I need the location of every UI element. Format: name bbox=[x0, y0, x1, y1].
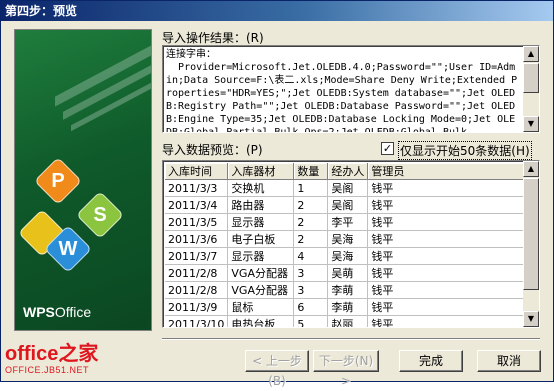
finish-button[interactable]: 完成 bbox=[399, 350, 463, 372]
tile-letter-s: S bbox=[93, 204, 107, 226]
header-row: 入库时间 入库器材 数量 经办人 管理员 bbox=[165, 163, 529, 180]
title-bar[interactable]: 第四步：预览 bbox=[1, 1, 553, 21]
scroll-thumb[interactable] bbox=[523, 178, 539, 290]
table-cell: 2011/3/4 bbox=[165, 196, 229, 214]
first-50-label[interactable]: 仅显示开始50条数据(H) bbox=[398, 141, 532, 160]
wps-office-banner: P S W WPSOffice bbox=[14, 29, 152, 331]
table-cell: 吴海 bbox=[327, 247, 369, 265]
cancel-button[interactable]: 取消 bbox=[477, 350, 541, 372]
table-cell: 钱平 bbox=[367, 213, 529, 231]
scroll-down-icon[interactable]: ▼ bbox=[523, 116, 539, 132]
column-header[interactable]: 入库器材 bbox=[227, 163, 295, 180]
logo-office-text: Office bbox=[54, 304, 92, 320]
table-cell: 吴海 bbox=[327, 230, 369, 248]
table-cell: 吴萌 bbox=[327, 264, 369, 282]
table-cell: 赵丽 bbox=[327, 315, 369, 327]
result-scrollbar[interactable]: ▲ ▼ bbox=[523, 46, 539, 132]
table-row[interactable]: 2011/3/5 显示器 2 李平 钱平 bbox=[165, 213, 529, 231]
scroll-down-icon[interactable]: ▼ bbox=[523, 311, 539, 327]
table-row[interactable]: 2011/3/4 路由器 2 吴阁 钱平 bbox=[165, 196, 529, 214]
column-header[interactable]: 经办人 bbox=[327, 163, 369, 180]
table-cell: 2 bbox=[293, 230, 329, 248]
table-row[interactable]: 2011/2/8 VGA分配器 3 吴萌 钱平 bbox=[165, 264, 529, 282]
table-cell: 钱平 bbox=[367, 230, 529, 248]
table-cell: 钱平 bbox=[367, 315, 529, 327]
column-header[interactable]: 管理员 bbox=[367, 163, 529, 180]
table-cell: 电子白板 bbox=[227, 230, 295, 248]
table-row[interactable]: 2011/3/9 鼠标 6 李萌 钱平 bbox=[165, 298, 529, 316]
table-cell: 路由器 bbox=[227, 196, 295, 214]
table-cell: VGA分配器 bbox=[227, 264, 295, 282]
table-cell: 2 bbox=[293, 213, 329, 231]
table-cell: 李萌 bbox=[327, 281, 369, 299]
tile-letter-p: P bbox=[51, 170, 65, 192]
table-cell: 2011/2/8 bbox=[165, 264, 229, 282]
table-cell: 3 bbox=[293, 264, 329, 282]
next-button[interactable]: 下一步(N) > bbox=[313, 350, 379, 388]
table-cell: 鼠标 bbox=[227, 298, 295, 316]
watermark: office之家 OFFICE.JB51.NET bbox=[5, 343, 98, 375]
result-text: 连接字串： Provider=Microsoft.Jet.OLEDB.4.0;P… bbox=[166, 49, 518, 133]
preview-label: 导入数据预览：(P) bbox=[162, 143, 263, 157]
first-50-checkbox[interactable]: ✓ bbox=[381, 142, 394, 155]
column-header[interactable]: 入库时间 bbox=[165, 163, 229, 180]
table-row[interactable]: 2011/3/10 电热台板 5 赵丽 钱平 bbox=[165, 315, 529, 327]
watermark-sub: OFFICE.JB51.NET bbox=[5, 365, 90, 375]
button-separator bbox=[162, 338, 540, 340]
import-wizard-dialog: 第四步：预览 P S W WPSOffice 导入操作结果：(R) 连接字串： … bbox=[0, 0, 554, 388]
window-title: 第四步：预览 bbox=[5, 4, 78, 18]
table-cell: 5 bbox=[293, 315, 329, 327]
table-cell: 6 bbox=[293, 298, 329, 316]
grid-scrollbar[interactable]: ▲ ▼ bbox=[523, 161, 539, 327]
scroll-thumb[interactable] bbox=[523, 63, 539, 93]
result-label: 导入操作结果：(R) bbox=[162, 31, 264, 45]
table-cell: 2011/3/7 bbox=[165, 247, 229, 265]
table-cell: 钱平 bbox=[367, 264, 529, 282]
table-cell: 2011/3/6 bbox=[165, 230, 229, 248]
table-cell: 显示器 bbox=[227, 213, 295, 231]
table-row[interactable]: 2011/3/6 电子白板 2 吴海 钱平 bbox=[165, 230, 529, 248]
table-cell: 吴阁 bbox=[327, 196, 369, 214]
table-cell: 2011/3/10 bbox=[165, 315, 229, 327]
table-cell: 李萌 bbox=[327, 298, 369, 316]
tile-letter-w: W bbox=[58, 238, 78, 260]
table-cell: 李平 bbox=[327, 213, 369, 231]
table-cell: 2011/3/9 bbox=[165, 298, 229, 316]
table-cell: 4 bbox=[293, 247, 329, 265]
table-cell: 钱平 bbox=[367, 298, 529, 316]
table-cell: 钱平 bbox=[367, 179, 529, 197]
preview-grid[interactable]: 入库时间 入库器材 数量 经办人 管理员 2011/3/3 交换机 1 吴阁 钱平 2011/3/… bbox=[162, 160, 540, 328]
table-cell: 钱平 bbox=[367, 196, 529, 214]
table-cell: 电热台板 bbox=[227, 315, 295, 327]
table-cell: VGA分配器 bbox=[227, 281, 295, 299]
table-cell: 2011/3/5 bbox=[165, 213, 229, 231]
table-cell: 显示器 bbox=[227, 247, 295, 265]
column-header[interactable]: 数量 bbox=[293, 163, 329, 180]
table-cell: 吴阁 bbox=[327, 179, 369, 197]
table-cell: 3 bbox=[293, 281, 329, 299]
scroll-up-icon[interactable]: ▲ bbox=[523, 161, 539, 177]
table-row[interactable]: 2011/2/8 VGA分配器 3 李萌 钱平 bbox=[165, 281, 529, 299]
table-cell: 2011/3/3 bbox=[165, 179, 229, 197]
prev-button[interactable]: < 上一步(B) bbox=[245, 350, 309, 388]
table-cell: 2 bbox=[293, 196, 329, 214]
table-cell: 1 bbox=[293, 179, 329, 197]
table-row[interactable]: 2011/3/3 交换机 1 吴阁 钱平 bbox=[165, 179, 529, 197]
table-cell: 钱平 bbox=[367, 247, 529, 265]
wps-office-logo: WPSOffice bbox=[23, 304, 91, 320]
scroll-up-icon[interactable]: ▲ bbox=[523, 46, 539, 62]
preview-table: 入库时间 入库器材 数量 经办人 管理员 2011/3/3 交换机 1 吴阁 钱平 2011/3/… bbox=[165, 163, 529, 327]
table-cell: 交换机 bbox=[227, 179, 295, 197]
table-row[interactable]: 2011/3/7 显示器 4 吴海 钱平 bbox=[165, 247, 529, 265]
table-cell: 2011/2/8 bbox=[165, 281, 229, 299]
watermark-main: office之家 bbox=[5, 343, 99, 365]
result-textbox[interactable]: 连接字串： Provider=Microsoft.Jet.OLEDB.4.0;P… bbox=[162, 45, 540, 133]
logo-wps-text: WPS bbox=[23, 304, 55, 320]
table-cell: 钱平 bbox=[367, 281, 529, 299]
